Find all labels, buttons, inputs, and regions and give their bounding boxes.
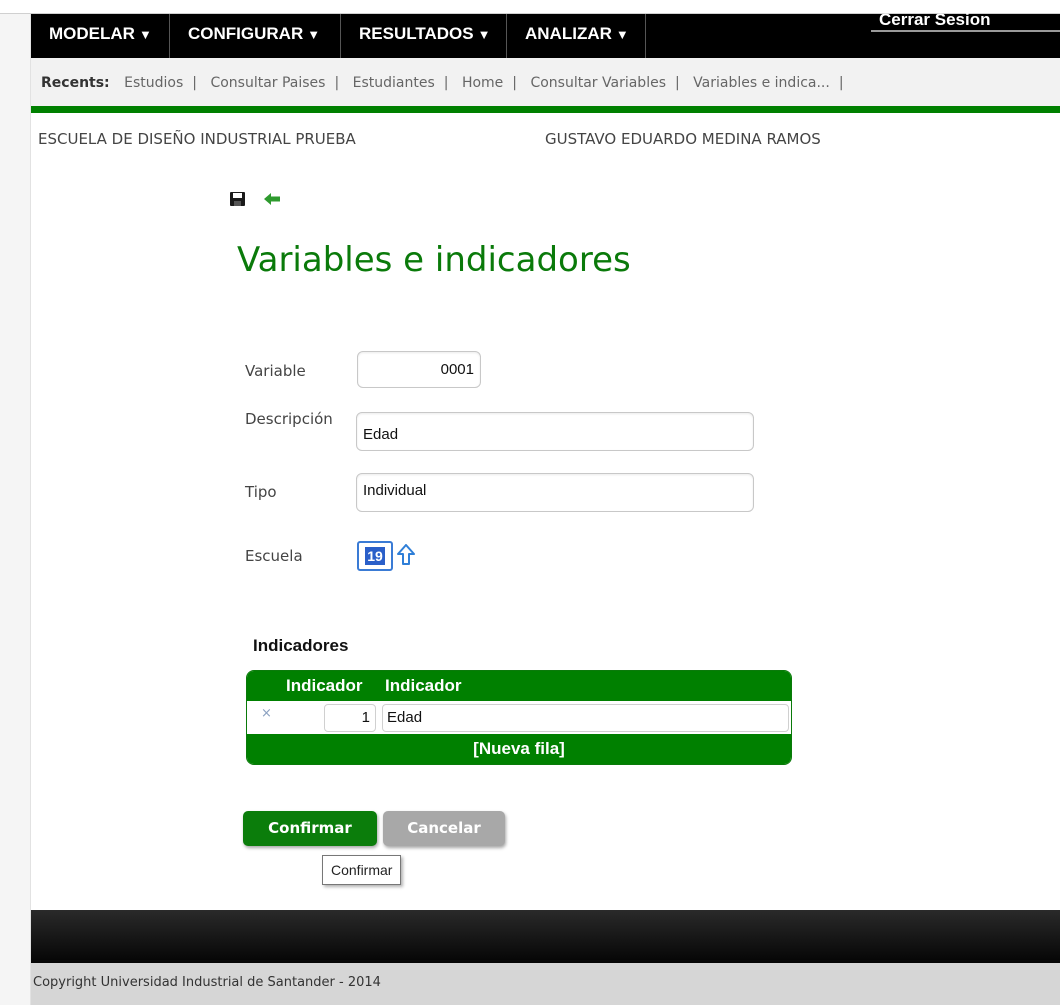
recents-separator: | [192,75,197,91]
tipo-field[interactable]: Individual [356,473,754,512]
recent-link-estudios[interactable]: Estudios [124,75,183,91]
recent-link-consultar-variables[interactable]: Consultar Variables [530,75,666,91]
recent-link-consultar-paises[interactable]: Consultar Paises [210,75,325,91]
recents-bar: Recents: Estudios | Consultar Paises | Est… [31,58,1060,106]
dropdown-arrow-icon: ▼ [138,27,152,42]
recents-label: Recents: [41,75,110,91]
table-row: × 1 Edad [247,701,791,734]
delete-row-icon[interactable]: × [261,706,272,721]
cancel-button[interactable]: Cancelar [383,811,505,846]
column-header-indicador-name[interactable]: Indicador [385,671,462,701]
recent-link-home[interactable]: Home [462,75,503,91]
page-left-margin [0,0,31,1005]
column-header-indicador-number[interactable]: Indicador [286,671,363,701]
back-arrow-icon[interactable] [264,193,280,205]
school-name: ESCUELA DE DISEÑO INDUSTRIAL PRUEBA [38,130,356,148]
variable-label: Variable [245,362,306,380]
grid-header: Indicador Indicador [247,671,791,701]
nav-analizar[interactable]: ANALIZAR ▼ [507,14,646,58]
recent-link-variables-indicadores[interactable]: Variables e indica... [693,75,830,91]
new-row-button[interactable]: [Nueva fila] [247,734,791,764]
confirm-button[interactable]: Confirmar [243,811,377,846]
confirm-tooltip: Confirmar [322,855,402,885]
dropdown-arrow-icon: ▼ [615,27,629,42]
dropdown-arrow-icon: ▼ [477,27,491,42]
indicadores-title: Indicadores [253,636,349,655]
escuela-value: 19 [365,547,385,565]
nav-configurar-label: CONFIGURAR [188,24,304,43]
escuela-field[interactable]: 19 [357,541,393,571]
logout-link[interactable]: Cerrar Sesion [871,8,1060,32]
main-navbar: MODELAR ▼ CONFIGURAR ▼ RESULTADOS ▼ ANALIZA… [31,10,1060,58]
descripcion-field[interactable]: Edad [356,412,754,451]
variable-field[interactable]: 0001 [357,351,481,388]
recents-separator: | [675,75,680,91]
recent-link-estudiantes[interactable]: Estudiantes [353,75,435,91]
copyright-text: Copyright Universidad Industrial de Sant… [33,975,381,990]
recents-separator: | [512,75,518,91]
escuela-label: Escuela [245,547,303,565]
nav-analizar-label: ANALIZAR [525,24,612,43]
recents-separator: | [443,75,449,91]
up-arrow-icon[interactable] [397,544,415,566]
indicador-name-input[interactable]: Edad [382,704,789,732]
tipo-label: Tipo [245,483,277,501]
recents-separator: | [838,75,844,91]
descripcion-label: Descripción [245,410,333,428]
nav-resultados-label: RESULTADOS [359,24,474,43]
dropdown-arrow-icon: ▼ [307,27,321,42]
nav-configurar[interactable]: CONFIGURAR ▼ [170,14,341,58]
save-icon[interactable] [230,192,245,206]
nav-resultados[interactable]: RESULTADOS ▼ [341,14,507,58]
header-divider [31,106,1060,113]
recents-separator: | [334,75,340,91]
nav-modelar[interactable]: MODELAR ▼ [31,14,170,58]
indicadores-grid: Indicador Indicador × 1 Edad [Nueva fila… [246,670,792,765]
user-name: GUSTAVO EDUARDO MEDINA RAMOS [545,130,821,148]
page-title: Variables e indicadores [237,240,631,280]
nav-modelar-label: MODELAR [49,24,135,43]
indicador-number-input[interactable]: 1 [324,704,376,732]
footer-bar [31,910,1060,963]
